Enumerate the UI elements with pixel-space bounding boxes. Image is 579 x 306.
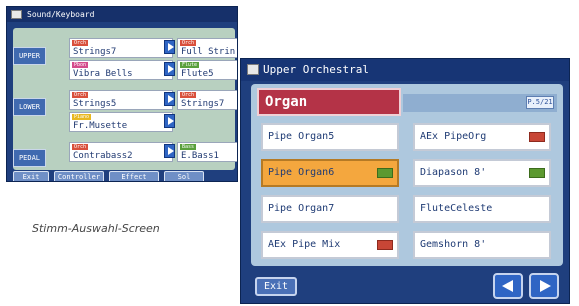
pedal-slot-1-select-button[interactable] [164,144,175,158]
lower-tone-slot-2[interactable]: Orch Strings7 [177,90,237,110]
exit-button[interactable]: Exit [13,171,49,181]
pedal-tone-slot-1[interactable]: Orch Contrabass2 [69,142,173,162]
arrow-right-icon[interactable] [529,273,559,299]
page-indicator-bar: P.5/21 [403,94,557,112]
tone-category-bar[interactable]: Organ [257,88,401,116]
lower-tone-slot-1[interactable]: Orch Strings5 [69,90,173,110]
tone-name: Full Strin [181,47,236,57]
upper-tone-slot-3[interactable]: Pbon Vibra Bells [69,60,173,80]
page-indicator: P.5/21 [526,96,554,109]
tone-name: Strings7 [73,47,117,57]
pedal-part-label: PEDAL [13,149,46,167]
sound-keyboard-title-bar: Sound/Keyboard [7,7,237,22]
lower-tone-slot-3[interactable]: Piano Fr.Musette [69,112,173,132]
sound-keyboard-title: Sound/Keyboard [27,10,95,19]
keyboard-icon [11,10,22,19]
tone-name: AEx PipeOrg [420,131,487,142]
upper-slot-1-select-button[interactable] [164,40,175,54]
tone-name: Contrabass2 [73,151,133,161]
upper-slot-3-select-button[interactable] [164,62,175,76]
tone-name: Flute5 [181,69,214,79]
upper-orchestral-screen: Upper Orchestral Organ P.5/21 Pipe Organ… [240,58,570,304]
tone-button-4[interactable]: Diapason 8' [413,159,551,187]
sol-button[interactable]: Sol [164,171,204,181]
tone-button-5[interactable]: Pipe Organ7 [261,195,399,223]
upper-tone-slot-1[interactable]: Orch Strings7 [69,38,173,58]
upper-orchestral-title-bar: Upper Orchestral [241,59,569,81]
lower-slot-3-select-button[interactable] [164,114,175,128]
arrow-left-icon[interactable] [493,273,523,299]
tone-button-8[interactable]: Gemshorn 8' [413,231,551,259]
tone-name: E.Bass1 [181,151,219,161]
tone-name: Pipe Organ7 [268,203,335,214]
tone-name: Gemshorn 8' [420,239,487,250]
variation-badge-icon [529,168,545,178]
aex-badge-icon [377,240,393,250]
pedal-tone-slot-2[interactable]: Bass E.Bass1 [177,142,237,162]
upper-tone-slot-4[interactable]: Flute Flute5 [177,60,237,80]
tone-name: Strings5 [73,99,117,109]
tone-name: Strings7 [181,99,225,109]
aex-badge-icon [529,132,545,142]
lower-slot-1-select-button[interactable] [164,92,175,106]
tone-name: Pipe Organ6 [268,167,335,178]
exit-button[interactable]: Exit [255,277,297,296]
tone-name: Vibra Bells [73,69,133,79]
controller-button[interactable]: Controller [54,171,104,181]
tone-name: Pipe Organ5 [268,131,335,142]
tone-button-3[interactable]: Pipe Organ6 [261,159,399,187]
effect-button[interactable]: Effect [109,171,159,181]
sound-keyboard-screen: Sound/Keyboard UPPER Orch Strings7 Orch … [6,6,238,182]
upper-tone-slot-2[interactable]: Orch Full Strin [177,38,237,58]
tone-button-1[interactable]: Pipe Organ5 [261,123,399,151]
tone-name: Diapason 8' [420,167,487,178]
upper-part-label: UPPER [13,47,46,65]
tone-button-6[interactable]: FluteCeleste [413,195,551,223]
variation-badge-icon [377,168,393,178]
tone-name: Fr.Musette [73,121,128,131]
screen-caption: Stimm-Auswahl-Screen [32,222,160,235]
tone-button-2[interactable]: AEx PipeOrg [413,123,551,151]
tone-name: AEx Pipe Mix [268,239,341,250]
tone-name: FluteCeleste [420,203,493,214]
keyboard-icon [247,64,259,75]
upper-orchestral-title: Upper Orchestral [263,63,369,76]
tone-button-7[interactable]: AEx Pipe Mix [261,231,399,259]
lower-part-label: LOWER [13,98,46,116]
